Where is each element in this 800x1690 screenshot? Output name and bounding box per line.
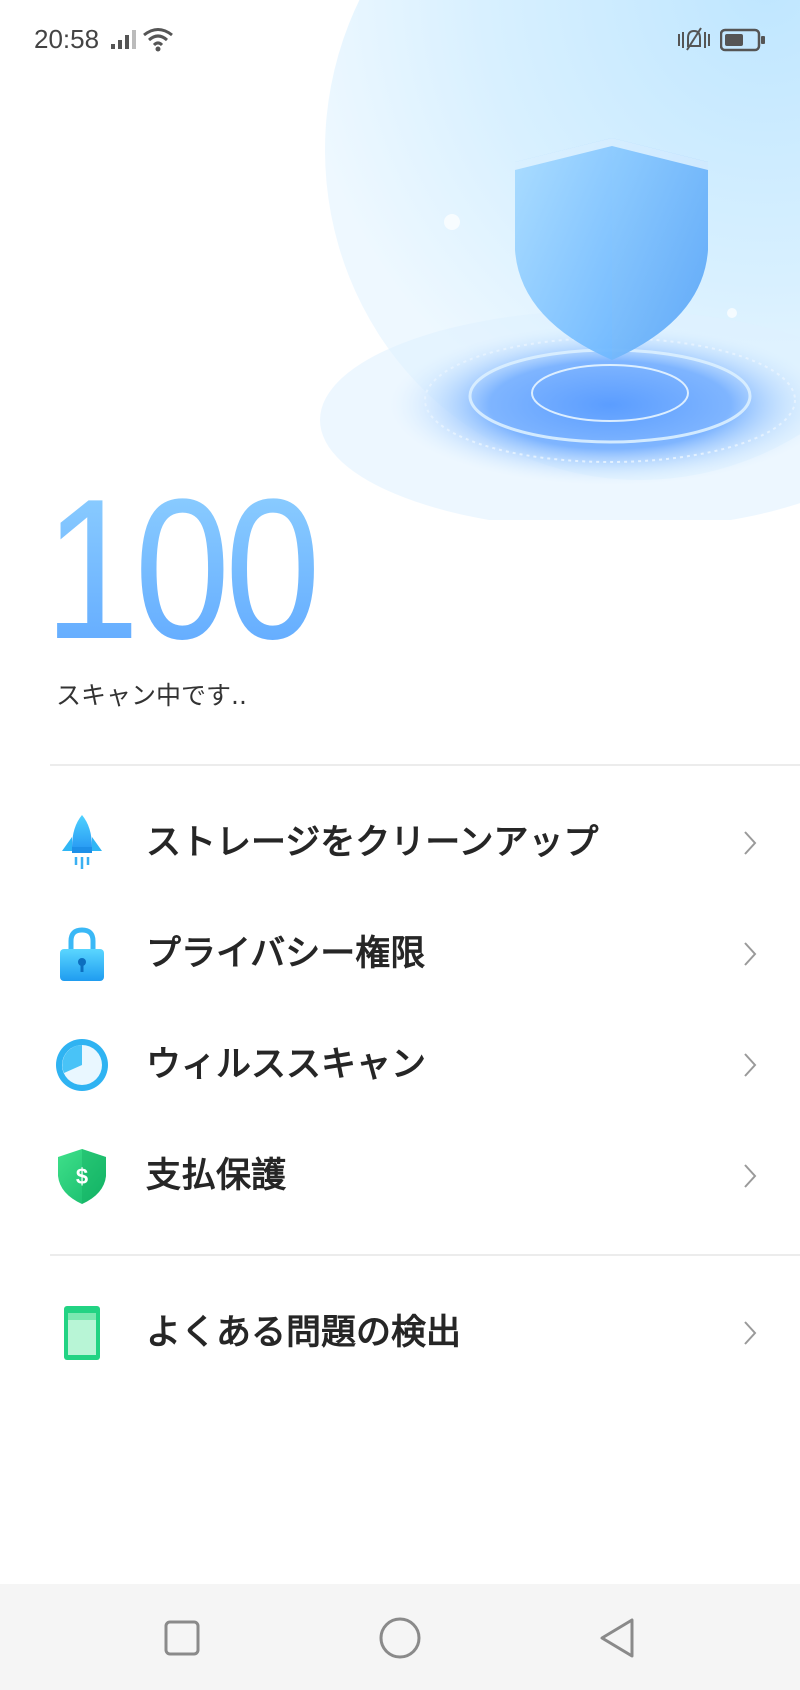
battery-icon bbox=[720, 28, 765, 52]
menu-item-label: 支払保護 bbox=[146, 1156, 287, 1196]
back-button[interactable] bbox=[588, 1608, 648, 1668]
chevron-right-icon bbox=[744, 831, 757, 855]
menu-item-virus-scan[interactable]: ウィルススキャン bbox=[0, 1010, 800, 1120]
menu-item-privacy-permissions[interactable]: プライバシー権限 bbox=[0, 899, 800, 1009]
scan-status-text: スキャン中です.. bbox=[56, 681, 247, 710]
chevron-right-icon bbox=[744, 1164, 757, 1188]
scan-dial-icon bbox=[56, 1039, 108, 1091]
home-button[interactable] bbox=[370, 1608, 430, 1668]
recents-button[interactable] bbox=[152, 1608, 212, 1668]
menu-item-common-issues[interactable]: よくある問題の検出 bbox=[0, 1278, 800, 1388]
signal-icon bbox=[111, 30, 136, 49]
phone-check-icon bbox=[64, 1306, 100, 1360]
lock-icon bbox=[60, 927, 104, 981]
menu-item-label: ウィルススキャン bbox=[146, 1045, 427, 1085]
menu-item-label: ストレージをクリーンアップ bbox=[146, 823, 599, 863]
wifi-icon bbox=[143, 28, 173, 52]
status-bar: 20:58 bbox=[0, 0, 800, 82]
chevron-right-icon bbox=[744, 1053, 757, 1077]
payment-shield-icon: $ bbox=[58, 1149, 106, 1204]
svg-text:$: $ bbox=[76, 1164, 88, 1189]
chevron-right-icon bbox=[744, 1321, 757, 1345]
status-time: 20:58 bbox=[34, 24, 100, 54]
rocket-icon bbox=[62, 815, 102, 869]
security-score: 100 bbox=[44, 458, 321, 681]
divider bbox=[50, 764, 800, 766]
menu-item-payment-protection[interactable]: $ 支払保護 bbox=[0, 1121, 800, 1231]
menu-item-label: プライバシー権限 bbox=[146, 934, 426, 974]
divider bbox=[50, 1254, 800, 1256]
vibrate-icon bbox=[678, 27, 710, 51]
chevron-right-icon bbox=[744, 942, 757, 966]
menu-item-label: よくある問題の検出 bbox=[146, 1313, 462, 1353]
menu-item-storage-cleanup[interactable]: ストレージをクリーンアップ bbox=[0, 788, 800, 898]
navigation-bar bbox=[0, 1584, 800, 1690]
